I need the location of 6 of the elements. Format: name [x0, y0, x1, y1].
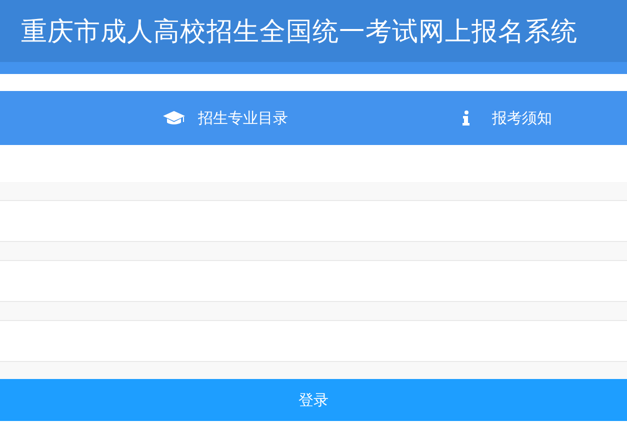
- nav-link[interactable]: 招生专业目录: [162, 108, 288, 128]
- login-button[interactable]: 登录: [0, 379, 627, 421]
- graduation-cap-icon: [162, 110, 186, 126]
- info-icon: [462, 110, 470, 126]
- page-title: 重庆市成人高校招生全国统一考试网上报名系统: [21, 16, 578, 48]
- nav-link[interactable]: 报考须知: [462, 108, 552, 128]
